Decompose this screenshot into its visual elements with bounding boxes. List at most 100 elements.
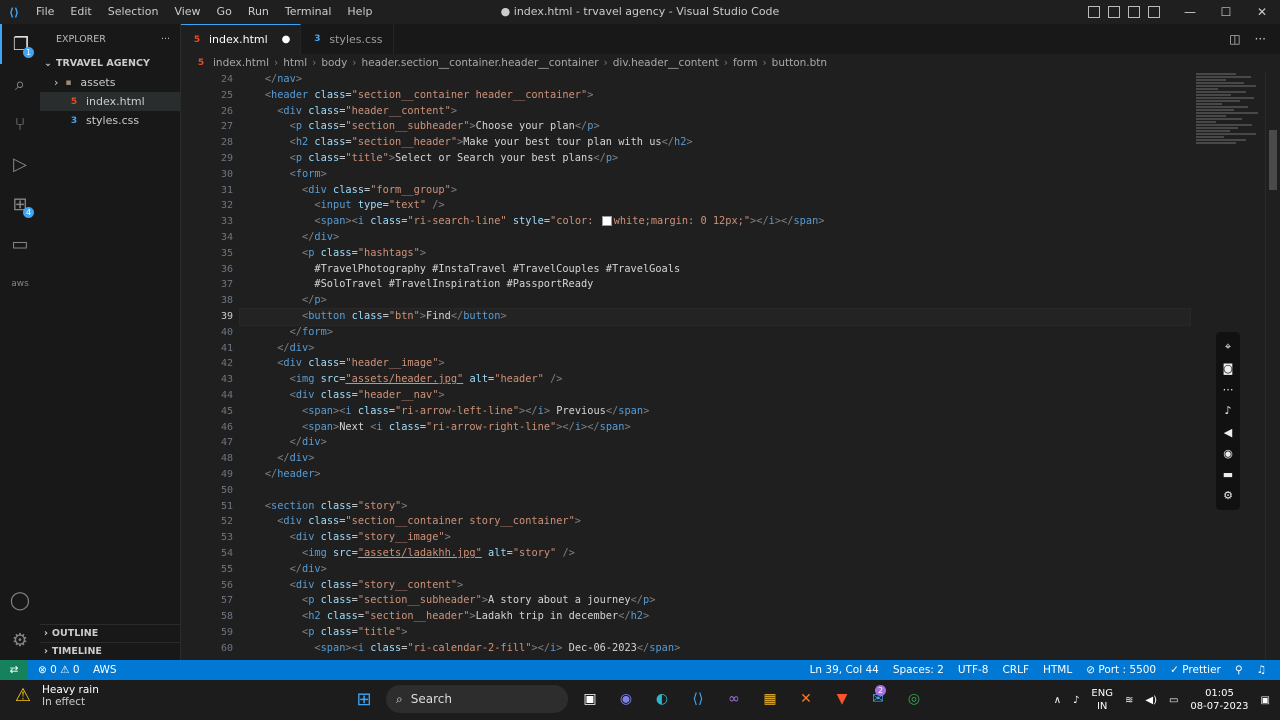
- code-line[interactable]: <div class="header__nav">: [240, 388, 1190, 404]
- code-line[interactable]: </header>: [240, 467, 1190, 483]
- breadcrumb-item[interactable]: header.section__container.header__contai…: [361, 57, 598, 69]
- indentation[interactable]: Spaces: 2: [893, 664, 944, 676]
- close-icon[interactable]: ✕: [1244, 0, 1280, 24]
- code-editor[interactable]: 24 25 26 27 28 29 30 31 32 33 34 35 36 37 38 39 40 41 42 43…: [181, 72, 1280, 660]
- wifi-icon[interactable]: ≋: [1125, 695, 1133, 706]
- more-actions-icon[interactable]: ···: [161, 34, 170, 45]
- code-line[interactable]: <section class="story">: [240, 499, 1190, 515]
- screen-icon[interactable]: ▬: [1223, 468, 1233, 481]
- encoding[interactable]: UTF-8: [958, 664, 989, 676]
- tab-index-html[interactable]: 5 index.html ●: [181, 24, 302, 54]
- camera-icon[interactable]: ◙: [1223, 362, 1234, 375]
- toggle-primary-sidebar-icon[interactable]: [1088, 6, 1100, 18]
- scrollbar-thumb[interactable]: [1269, 130, 1277, 190]
- code-line[interactable]: <h2 class="section__header">Ladakh trip …: [240, 609, 1190, 625]
- webcam-icon[interactable]: ◉: [1223, 447, 1233, 460]
- code-line[interactable]: </div>: [240, 230, 1190, 246]
- remote-indicator-icon[interactable]: ⇄: [0, 660, 28, 680]
- menu-run[interactable]: Run: [240, 0, 277, 24]
- breadcrumb-item[interactable]: index.html: [213, 57, 269, 69]
- menu-go[interactable]: Go: [209, 0, 240, 24]
- aws-indicator[interactable]: AWS: [93, 664, 117, 676]
- microphone-icon[interactable]: ♪: [1224, 404, 1231, 417]
- settings-gear-icon[interactable]: ⚙: [0, 620, 40, 660]
- tab-styles-css[interactable]: 3 styles.css: [301, 24, 394, 54]
- problems-indicator[interactable]: ⊗ 0 ⚠ 0: [38, 664, 80, 676]
- code-line[interactable]: <div class="story__content">: [240, 578, 1190, 594]
- teams-chat-icon[interactable]: ◉: [612, 685, 640, 713]
- edge-browser-icon[interactable]: ◐: [648, 685, 676, 713]
- volume-icon[interactable]: ◀): [1145, 695, 1157, 706]
- tree-item-index-html[interactable]: 5 index.html: [40, 92, 180, 111]
- brave-browser-icon[interactable]: ▼: [828, 685, 856, 713]
- code-line[interactable]: <p class="title">Select or Search your b…: [240, 151, 1190, 167]
- visual-studio-icon[interactable]: ∞: [720, 685, 748, 713]
- minimize-icon[interactable]: —: [1172, 0, 1208, 24]
- unsaved-dot-icon[interactable]: ●: [282, 34, 291, 45]
- feedback-icon[interactable]: ⚲: [1235, 664, 1243, 676]
- vscode-app-icon[interactable]: ⟨⟩: [684, 685, 712, 713]
- weather-widget[interactable]: ⚠ Heavy rain In effect: [12, 684, 99, 708]
- code-line[interactable]: </div>: [240, 341, 1190, 357]
- breadcrumb-item[interactable]: div.header__content: [613, 57, 719, 69]
- code-line[interactable]: </div>: [240, 562, 1190, 578]
- color-swatch-icon[interactable]: [601, 216, 612, 227]
- more-icon[interactable]: ⋯: [1223, 383, 1234, 396]
- taskbar-search[interactable]: ⌕ Search: [386, 685, 568, 713]
- microphone-icon[interactable]: ♪: [1073, 695, 1079, 706]
- code-line[interactable]: <span><i class="ri-search-line" style="c…: [240, 214, 1190, 230]
- battery-icon[interactable]: ▭: [1169, 695, 1178, 706]
- breadcrumb-item[interactable]: button.btn: [772, 57, 827, 69]
- code-line[interactable]: </p>: [240, 293, 1190, 309]
- menu-file[interactable]: File: [28, 0, 62, 24]
- code-line[interactable]: [240, 483, 1190, 499]
- code-line[interactable]: <span><i class="ri-arrow-left-line"></i>…: [240, 404, 1190, 420]
- vertical-scrollbar[interactable]: [1265, 72, 1280, 660]
- settings-gear-icon[interactable]: ⚙: [1223, 489, 1233, 502]
- outline-section[interactable]: › OUTLINE: [40, 624, 180, 642]
- menu-terminal[interactable]: Terminal: [277, 0, 340, 24]
- code-line[interactable]: <div class="form__group">: [240, 183, 1190, 199]
- prettier-status[interactable]: ✓ Prettier: [1170, 664, 1221, 676]
- clock[interactable]: 01:05 08-07-2023: [1190, 687, 1248, 713]
- toggle-panel-icon[interactable]: [1108, 6, 1120, 18]
- code-line[interactable]: <p class="section__subheader">A story ab…: [240, 593, 1190, 609]
- language-mode[interactable]: HTML: [1043, 664, 1072, 676]
- language-indicator[interactable]: ENG IN: [1091, 687, 1113, 713]
- timeline-section[interactable]: › TIMELINE: [40, 642, 180, 660]
- explorer-icon[interactable]: ❐ 1: [0, 24, 40, 64]
- aws-icon[interactable]: aws: [0, 264, 40, 304]
- code-line[interactable]: <button class="btn">Find</button>: [239, 307, 1191, 326]
- menu-help[interactable]: Help: [339, 0, 380, 24]
- cursor-position[interactable]: Ln 39, Col 44: [810, 664, 879, 676]
- xampp-icon[interactable]: ✕: [792, 685, 820, 713]
- code-line[interactable]: <form>: [240, 167, 1190, 183]
- menu-edit[interactable]: Edit: [62, 0, 99, 24]
- split-editor-icon[interactable]: ◫: [1229, 32, 1240, 46]
- code-line[interactable]: <span><i class="ri-calendar-2-fill"></i>…: [240, 641, 1190, 657]
- start-windows-icon[interactable]: ⊞: [350, 685, 378, 713]
- customize-layout-icon[interactable]: [1148, 6, 1160, 18]
- code-line[interactable]: <p class="hashtags">: [240, 246, 1190, 262]
- code-line[interactable]: <div class="header__image">: [240, 356, 1190, 372]
- microsoft-store-icon[interactable]: ▦: [756, 685, 784, 713]
- speaker-icon[interactable]: ◀: [1224, 426, 1232, 439]
- extensions-icon[interactable]: ⊞ 4: [0, 184, 40, 224]
- more-actions-icon[interactable]: ···: [1255, 32, 1266, 46]
- code-line[interactable]: </nav>: [240, 72, 1190, 88]
- run-debug-icon[interactable]: ▷: [0, 144, 40, 184]
- code-line[interactable]: #SoloTravel #TravelInspiration #Passport…: [240, 277, 1190, 293]
- live-server-port[interactable]: ⊘ Port : 5500: [1086, 664, 1156, 676]
- menu-selection[interactable]: Selection: [100, 0, 167, 24]
- code-line[interactable]: <header class="section__container header…: [240, 88, 1190, 104]
- breadcrumb-item[interactable]: body: [321, 57, 347, 69]
- breadcrumb-item[interactable]: html: [283, 57, 307, 69]
- code-line[interactable]: <div class="header__content">: [240, 104, 1190, 120]
- code-line[interactable]: <img src="assets/ladakhh.jpg" alt="story…: [240, 546, 1190, 562]
- notifications-bell-icon[interactable]: ♫: [1257, 664, 1266, 676]
- code-line[interactable]: #TravelPhotography #InstaTravel #TravelC…: [240, 262, 1190, 278]
- code-line[interactable]: <p class="section__subheader">Choose you…: [240, 119, 1190, 135]
- breadcrumb-item[interactable]: form: [733, 57, 757, 69]
- menu-view[interactable]: View: [166, 0, 208, 24]
- pin-icon[interactable]: ⌖: [1225, 340, 1231, 354]
